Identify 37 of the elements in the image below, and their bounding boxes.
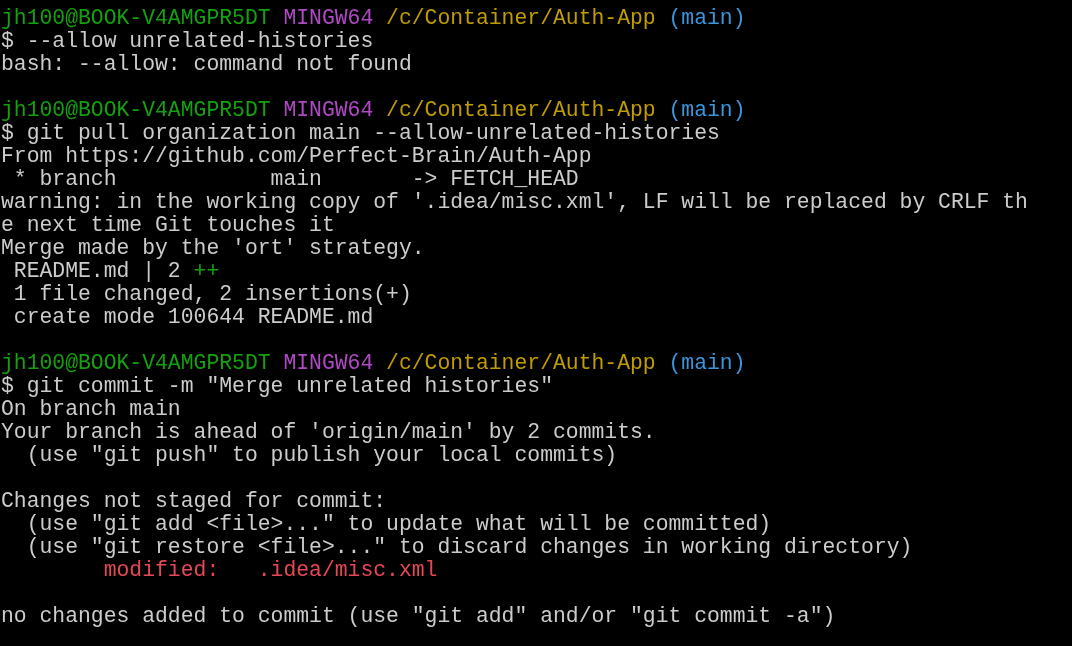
prompt-symbol: $: [1, 121, 14, 145]
diff-stat: README.md | 2: [12, 259, 181, 283]
output-line: no changes added to commit (use "git add" and/or "git commit -a"): [1, 604, 836, 628]
shell-name: MINGW64: [283, 351, 374, 375]
insertion-signs-text: ++: [193, 259, 220, 283]
user-host: jh100@BOOK-V4AMGPR5DT: [1, 6, 271, 30]
output-line: 1 file changed, 2 insertions(+): [12, 282, 412, 306]
git-branch: (main): [668, 98, 746, 122]
output-line: (use "git push" to publish your local commits): [25, 443, 618, 467]
git-branch: (main): [668, 351, 746, 375]
output-line: Your branch is ahead of 'origin/main' by 2 commits.: [1, 420, 656, 444]
output-line: create mode 100644 README.md: [12, 305, 374, 329]
user-host: jh100@BOOK-V4AMGPR5DT: [1, 351, 271, 375]
command-text: git pull organization main --allow-unrelated-histories: [26, 121, 720, 145]
directory-path: /c/Container/Auth-App: [386, 6, 656, 30]
output-line: warning: in the working copy of '.idea/misc.xml', LF will be replaced by CRLF th: [1, 190, 1028, 214]
user-host: jh100@BOOK-V4AMGPR5DT: [1, 98, 271, 122]
output-line: Changes not staged for commit:: [1, 489, 387, 513]
output-line: (use "git restore <file>..." to discard changes in working directory): [25, 535, 913, 559]
output-line: e next time Git touches it: [1, 213, 335, 237]
modified-file: .idea/misc.xml: [257, 558, 438, 582]
prompt-symbol: $: [1, 374, 14, 398]
prompt-symbol: $: [1, 29, 14, 53]
output-line: From https://github.com/Perfect-Brain/Auth-App: [1, 144, 592, 168]
directory-path: /c/Container/Auth-App: [386, 351, 656, 375]
git-branch: (main): [668, 6, 746, 30]
output-line: Merge made by the 'ort' strategy.: [1, 236, 425, 260]
command-text: --allow unrelated-histories: [26, 29, 374, 53]
output-line: On branch main: [1, 397, 181, 421]
shell-name: MINGW64: [283, 98, 374, 122]
output-line: (use "git add <file>..." to update what will be committed): [25, 512, 772, 536]
output-line: * branch main -> FETCH_HEAD: [12, 167, 579, 191]
output-line: bash: --allow: command not found: [1, 52, 412, 76]
directory-path: /c/Container/Auth-App: [386, 98, 656, 122]
modified-label: modified:: [102, 558, 220, 582]
shell-name: MINGW64: [283, 6, 374, 30]
command-text: git commit -m "Merge unrelated histories": [26, 374, 553, 398]
